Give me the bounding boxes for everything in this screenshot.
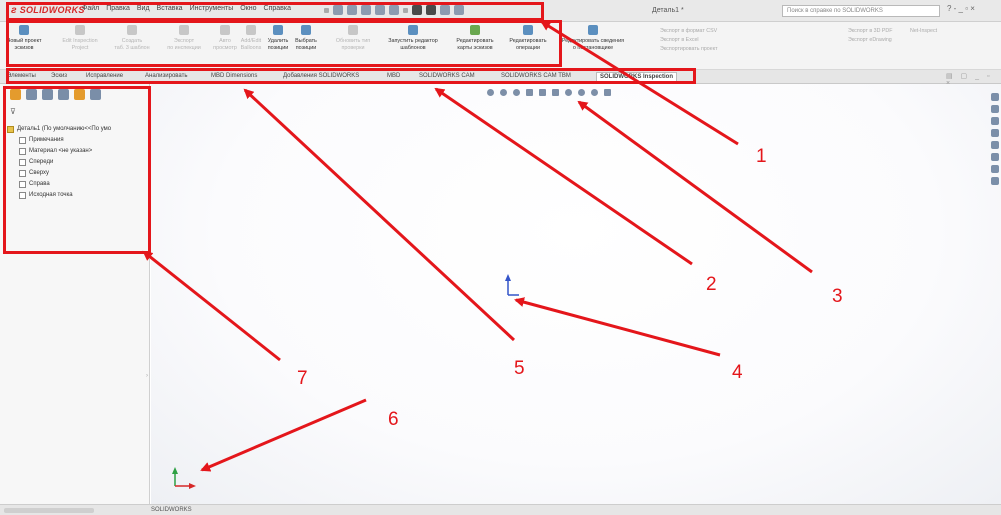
arrow-3: [577, 100, 813, 274]
annotation-overlay: 1 2 3 4 5 6 7: [142, 20, 843, 489]
arrow-1: [540, 20, 739, 146]
annotation-number-3: 3: [832, 286, 843, 307]
annotation-number-1: 1: [756, 146, 767, 167]
annotation-number-6: 6: [388, 409, 399, 430]
arrow-4: [514, 297, 721, 357]
arrow-2: [434, 87, 693, 266]
view-orientation-triad[interactable]: [172, 467, 196, 489]
annotation-number-7: 7: [297, 368, 308, 389]
annotation-number-4: 4: [732, 362, 743, 383]
annotation-number-2: 2: [706, 274, 717, 295]
arrow-5: [243, 88, 516, 342]
reference-triad[interactable]: [505, 274, 519, 296]
arrow-7: [142, 250, 281, 362]
arrow-6: [200, 398, 367, 472]
annotation-number-5: 5: [514, 358, 525, 379]
